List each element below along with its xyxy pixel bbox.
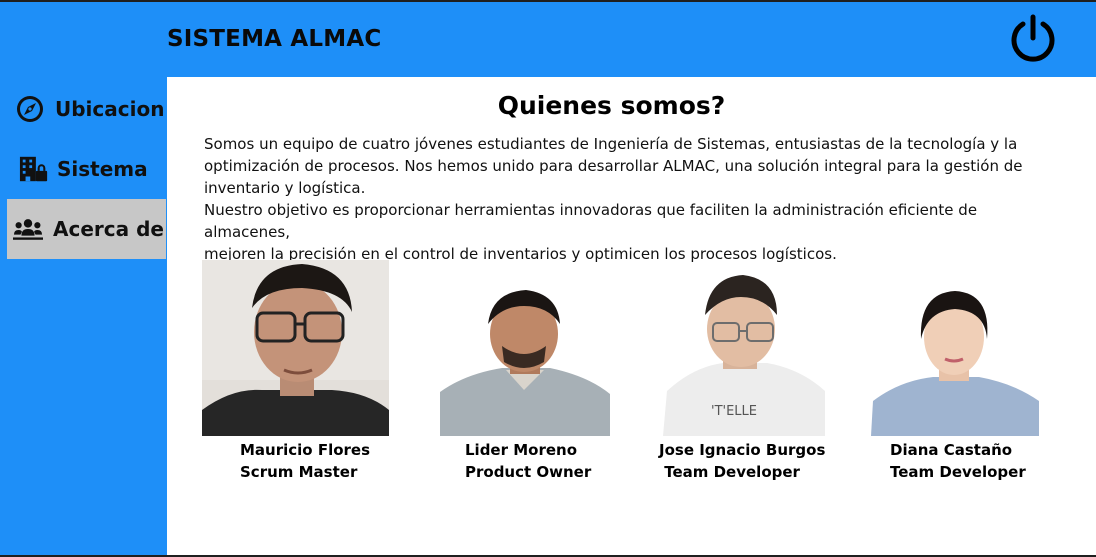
sidebar-item-acerca-de[interactable]: Acerca de: [7, 199, 166, 259]
svg-text:'T'ELLE: 'T'ELLE: [711, 404, 757, 419]
about-panel: Quienes somos? Somos un equipo de cuatro…: [167, 77, 1096, 555]
description-line: Nuestro objetivo es proporcionar herrami…: [204, 201, 978, 241]
sidebar-item-label: Ubicacion: [55, 97, 165, 121]
about-description: Somos un equipo de cuatro jóvenes estudi…: [204, 133, 1064, 265]
sidebar-item-label: Acerca de: [53, 217, 164, 241]
top-bar: SISTEMA ALMAC: [0, 2, 1096, 77]
description-line: inventario y logística.: [204, 179, 366, 197]
team-member-photo: 'T'ELLE: [663, 275, 825, 436]
users-icon: [13, 214, 43, 244]
sidebar-item-label: Sistema: [57, 157, 148, 181]
team-member-role: Product Owner: [465, 463, 592, 481]
team-member-name: Lider Moreno: [465, 441, 578, 459]
compass-icon: [15, 94, 45, 124]
team-member-name: Mauricio Flores: [240, 441, 371, 459]
description-line: optimización de procesos. Nos hemos unid…: [204, 157, 1023, 175]
description-line: Somos un equipo de cuatro jóvenes estudi…: [204, 135, 1018, 153]
power-icon[interactable]: [1006, 12, 1060, 66]
team-member-photo: [202, 260, 389, 436]
sidebar-item-sistema[interactable]: Sistema: [7, 139, 166, 199]
team-member-role: Team Developer: [890, 463, 1026, 481]
team-member-role: Scrum Master: [240, 463, 358, 481]
team-member-photo: [871, 289, 1039, 436]
team-member-name: Diana Castaño: [890, 441, 1013, 459]
team-member-role: Team Developer: [659, 463, 800, 481]
app-title: SISTEMA ALMAC: [167, 26, 382, 52]
building-lock-icon: [19, 154, 49, 184]
sidebar-item-ubicacion[interactable]: Ubicacion: [7, 79, 166, 139]
app-window: SISTEMA ALMAC Ubicacion Sistema Acerca d…: [0, 2, 1096, 555]
team-member-name: Jose Ignacio Burgos: [659, 441, 826, 459]
sidebar: Ubicacion Sistema Acerca de: [0, 77, 167, 555]
team-member-photo: [440, 290, 610, 436]
page-title: Quienes somos?: [497, 91, 726, 120]
